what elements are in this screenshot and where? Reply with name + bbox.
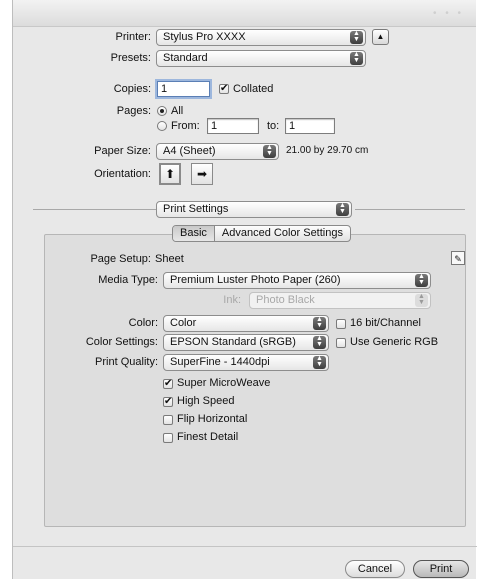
popup-arrows-icon: ▲ ▼ [313,316,326,330]
cancel-button[interactable]: Cancel [345,560,405,578]
window-controls-icon: • • • [432,8,464,19]
separator-left [33,209,156,210]
high-speed-checkbox[interactable]: ✔ [163,397,173,407]
finest-detail-checkbox[interactable] [163,433,173,443]
popup-arrows-icon: ▲ ▼ [313,335,326,349]
ink-label: Ink: [223,294,241,306]
section-popup[interactable]: Print Settings ▲ ▼ [156,201,352,218]
print-dialog: • • • Printer: Stylus Pro XXXX ▲ ▼ ▲ Pres… [12,0,477,579]
color-label: Color: [128,317,158,329]
color-settings-label: Color Settings: [85,336,158,348]
color-settings-value: EPSON Standard (sRGB) [170,336,296,348]
color-value: Color [170,317,197,329]
flip-horizontal-label: Flip Horizontal [177,413,248,425]
page-setup-label: Page Setup: [90,253,151,265]
ink-popup[interactable]: Photo Black ▲ ▼ [249,292,431,309]
pages-from-label: From: [171,120,200,132]
utility-icon[interactable]: ✎ [451,251,465,265]
printer-disclosure-button[interactable]: ▲ [372,29,389,45]
paper-size-value: A4 (Sheet) [163,145,216,157]
color-popup[interactable]: Color ▲ ▼ [163,315,329,332]
portrait-icon: ⬆ [164,167,176,181]
super-microweave-checkbox[interactable]: ✔ [163,379,173,389]
media-type-label: Media Type: [98,274,158,286]
check-icon: ✔ [164,396,173,407]
copies-input[interactable]: 1 [157,81,210,97]
popup-arrows-icon: ▲ ▼ [263,144,276,158]
presets-value: Standard [163,52,208,64]
popup-arrows-icon: ▲ ▼ [350,51,363,65]
printer-value: Stylus Pro XXXX [163,31,246,43]
super-microweave-label: Super MicroWeave [177,377,271,389]
presets-label: Presets: [110,52,151,64]
bit16-checkbox[interactable] [336,319,346,329]
orientation-portrait-button[interactable]: ⬆ [159,163,181,185]
title-bar: • • • [13,0,476,27]
generic-rgb-checkbox[interactable] [336,338,346,348]
popup-arrows-icon: ▲ ▼ [336,202,349,216]
generic-rgb-label: Use Generic RGB [350,336,439,348]
color-settings-popup[interactable]: EPSON Standard (sRGB) ▲ ▼ [163,334,329,351]
orientation-label: Orientation: [94,168,151,180]
printer-popup[interactable]: Stylus Pro XXXX ▲ ▼ [156,29,366,46]
print-quality-label: Print Quality: [95,356,158,368]
tab-advanced-color-settings[interactable]: Advanced Color Settings [215,226,350,241]
check-icon: ✔ [220,83,229,94]
flip-horizontal-checkbox[interactable] [163,415,173,425]
pages-all-radio[interactable] [157,106,167,116]
pages-to-label: to: [267,120,280,132]
popup-arrows-icon: ▲ ▼ [415,273,428,287]
section-popup-value: Print Settings [163,203,229,215]
paper-dimensions-text: 21.00 by 29.70 cm [286,145,369,156]
bit16-label: 16 bit/Channel [350,317,421,329]
popup-arrows-icon: ▲ ▼ [313,355,326,369]
pages-from-input[interactable]: 1 [207,118,259,134]
orientation-landscape-button[interactable]: ➡ [191,163,213,185]
tab-basic[interactable]: Basic [173,226,215,241]
copies-label: Copies: [113,83,151,95]
pages-from-radio[interactable] [157,121,167,131]
bottom-separator [13,546,477,547]
collated-checkbox[interactable]: ✔ [219,84,229,94]
presets-popup[interactable]: Standard ▲ ▼ [156,50,366,67]
printer-label: Printer: [115,31,151,43]
ink-value: Photo Black [256,294,315,306]
high-speed-label: High Speed [177,395,235,407]
print-quality-popup[interactable]: SuperFine - 1440dpi ▲ ▼ [163,354,329,371]
print-button[interactable]: Print [413,560,469,578]
tab-bar: Basic Advanced Color Settings [172,225,351,242]
pages-to-input[interactable]: 1 [285,118,335,134]
paper-size-label: Paper Size: [94,145,151,157]
disclosure-triangle-icon: ▲ [376,32,385,41]
collated-label: Collated [233,83,274,95]
media-type-value: Premium Luster Photo Paper (260) [170,274,341,286]
finest-detail-label: Finest Detail [177,431,239,443]
pages-label: Pages: [116,105,151,117]
media-type-popup[interactable]: Premium Luster Photo Paper (260) ▲ ▼ [163,272,431,289]
check-icon: ✔ [164,378,173,389]
landscape-icon: ➡ [196,167,208,181]
popup-arrows-icon: ▲ ▼ [415,293,428,307]
page-setup-value: Sheet [155,253,184,265]
pages-all-label: All [171,105,184,117]
print-quality-value: SuperFine - 1440dpi [170,356,270,368]
popup-arrows-icon: ▲ ▼ [350,30,363,44]
paper-size-popup[interactable]: A4 (Sheet) ▲ ▼ [156,143,279,160]
separator-right [355,209,465,210]
